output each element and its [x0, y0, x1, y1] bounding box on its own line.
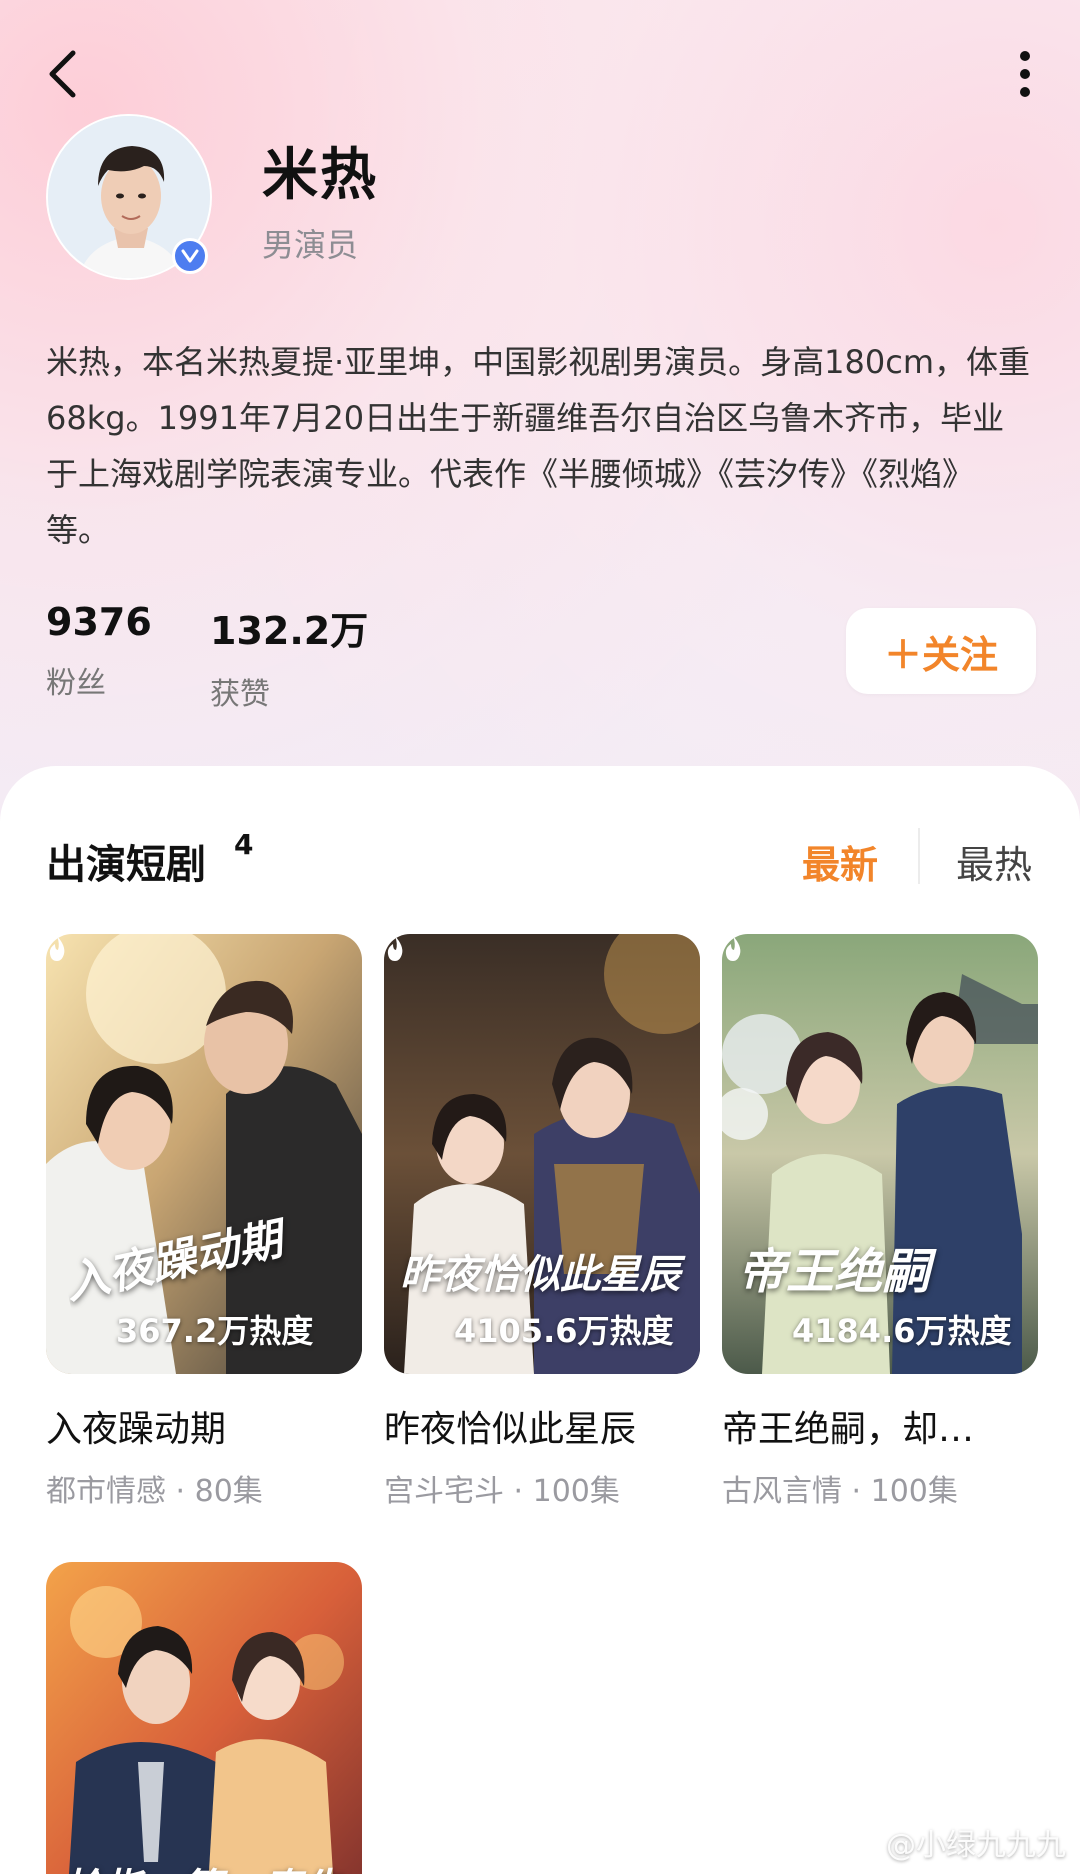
drama-meta: 宫斗宅斗 · 100集	[384, 1474, 620, 1509]
section-count: 4	[234, 828, 254, 861]
profile-role: 男演员	[262, 226, 359, 264]
profile-page: 米热 男演员 米热，本名米热夏提·亚里坤，中国影视剧男演员。身高180cm，体重…	[0, 0, 1080, 1874]
poster-title-text: 昨夜恰似此星辰	[400, 1251, 680, 1298]
sort-hot-tab[interactable]: 最热	[956, 834, 1032, 889]
check-v-icon	[181, 249, 199, 263]
drama-card[interactable]: 拾指一算，秦先生	[46, 1562, 362, 1874]
profile-bio: 米热，本名米热夏提·亚里坤，中国影视剧男演员。身高180cm，体重68kg。19…	[46, 343, 1031, 549]
likes-stat[interactable]: 132.2万 获赞	[210, 600, 368, 713]
profile-name: 米热	[262, 143, 378, 208]
poster-image	[46, 1562, 362, 1874]
chevron-left-icon	[49, 50, 76, 98]
more-options-button[interactable]	[1010, 44, 1040, 104]
flame-icon	[725, 936, 741, 961]
avatar-container[interactable]	[46, 114, 212, 280]
sort-latest-tab[interactable]: 最新	[802, 834, 878, 889]
poster-title-text: 拾指一算，秦先生	[62, 1856, 352, 1874]
drama-poster[interactable]: 入夜躁动期 367.2万热度	[46, 934, 362, 1374]
drama-title[interactable]: 帝王绝嗣，却…	[722, 1400, 1038, 1452]
flame-icon	[49, 936, 65, 961]
drama-meta: 古风言情 · 100集	[722, 1474, 958, 1509]
heat-value: 4105.6万热度	[454, 1312, 674, 1350]
fans-count: 9376	[46, 600, 152, 644]
fans-stat[interactable]: 9376 粉丝	[46, 600, 152, 702]
drama-poster[interactable]: 帝王绝嗣 4184.6万热度	[722, 934, 1038, 1374]
drama-poster[interactable]: 拾指一算，秦先生	[46, 1562, 362, 1874]
drama-card[interactable]: 帝王绝嗣 4184.6万热度 帝王绝嗣，却… 古风言情 · 100集	[722, 934, 1038, 1510]
dramas-panel: 出演短剧 4 最新 最热 入夜躁动期 367.2万热度 入夜躁动期 都市情感 ·…	[0, 766, 1080, 1874]
drama-card[interactable]: 入夜躁动期 367.2万热度 入夜躁动期 都市情感 · 80集	[46, 934, 362, 1510]
flame-icon	[387, 936, 403, 961]
verified-badge	[172, 238, 208, 274]
likes-count: 132.2万	[210, 609, 369, 653]
fans-label: 粉丝	[46, 666, 106, 701]
follow-button[interactable]: ＋关注	[846, 608, 1036, 694]
drama-title[interactable]: 入夜躁动期	[46, 1400, 362, 1452]
more-vertical-icon	[1020, 51, 1030, 97]
drama-card[interactable]: 昨夜恰似此星辰 4105.6万热度 昨夜恰似此星辰 宫斗宅斗 · 100集	[384, 934, 700, 1510]
drama-title[interactable]: 昨夜恰似此星辰	[384, 1400, 700, 1452]
watermark: @小绿九九九	[844, 1820, 1066, 1864]
likes-label: 获赞	[210, 677, 270, 712]
back-button[interactable]	[40, 44, 84, 104]
drama-meta: 都市情感 · 80集	[46, 1474, 263, 1509]
poster-title-text: 帝王绝嗣	[738, 1244, 931, 1300]
sort-divider	[918, 828, 920, 884]
watermark-text: @小绿九九九	[886, 1828, 1066, 1863]
heat-value: 4184.6万热度	[792, 1312, 1012, 1350]
drama-poster[interactable]: 昨夜恰似此星辰 4105.6万热度	[384, 934, 700, 1374]
section-title: 出演短剧	[46, 842, 206, 888]
heat-value: 367.2万热度	[116, 1312, 314, 1350]
weibo-logo-icon	[844, 1830, 877, 1856]
